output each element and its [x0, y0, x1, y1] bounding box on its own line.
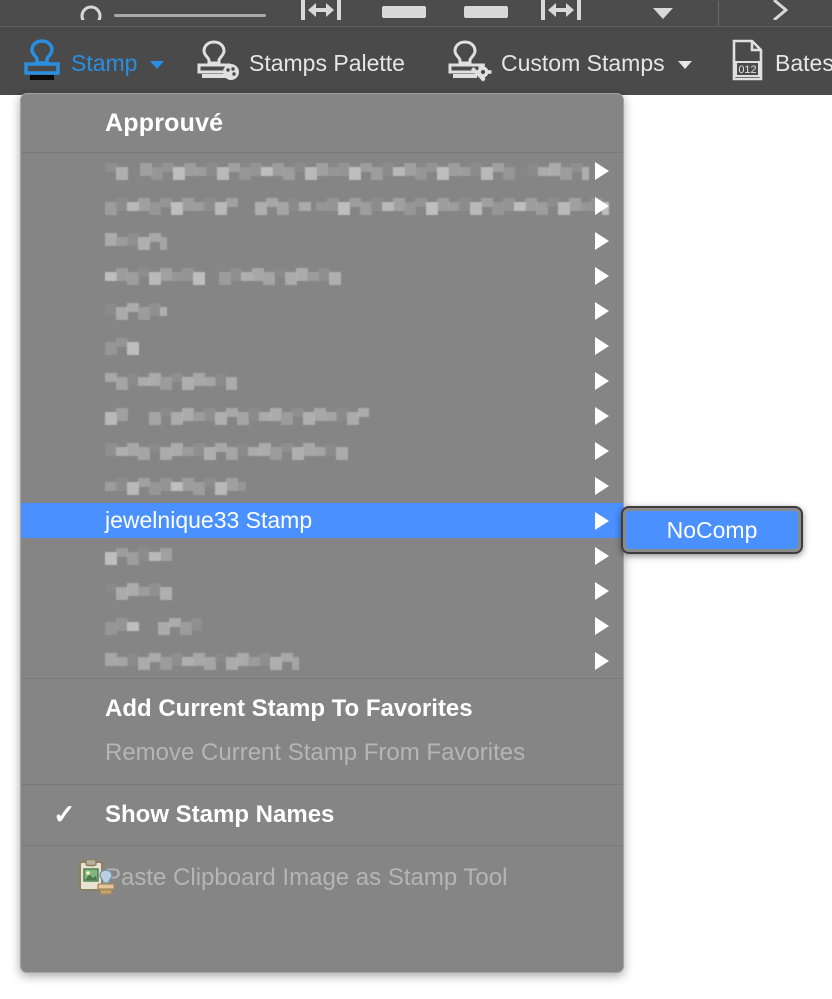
submenu-arrow-icon [595, 371, 609, 390]
redacted-stamp-label [105, 543, 175, 569]
checkmark-icon: ✓ [53, 799, 76, 830]
redacted-stamp-label [105, 473, 246, 499]
redacted-stamp-label [105, 438, 351, 464]
submenu-arrow-icon [595, 581, 609, 600]
stamp-chevron-down-icon[interactable] [150, 61, 165, 69]
remove-from-favorites-label: Remove Current Stamp From Favorites [105, 739, 526, 766]
bates-numbering-label: Bates [775, 49, 832, 76]
redacted-stamp-label [105, 298, 167, 324]
menu-header-title: Approuvé [105, 108, 224, 137]
stamps-palette-button[interactable]: Stamps Palette [196, 39, 405, 87]
add-current-stamp-to-favorites-item[interactable]: Add Current Stamp To Favorites [21, 687, 623, 731]
paste-clipboard-stamp-icon [77, 858, 119, 897]
stamp-dropdown-menu: Approuvé jewelnique33 Stamp Add Current … [20, 93, 624, 973]
view-mode-chevron-down-icon[interactable] [653, 8, 673, 20]
menu-separator [21, 784, 623, 785]
app-screenshot: Stamp Stamps Palette Custom Stamps 012 B… [0, 0, 832, 999]
fit-width-icon[interactable] [300, 0, 342, 20]
paste-clipboard-label: Paste Clipboard Image as Stamp Tool [105, 864, 508, 891]
toolbar-divider [718, 1, 719, 25]
stamp-menu-item[interactable] [21, 328, 623, 363]
stamps-palette-icon [196, 38, 240, 88]
redacted-stamp-label [105, 263, 343, 289]
stamp-menu-item[interactable] [21, 153, 623, 188]
stamp-list: jewelnique33 Stamp [21, 153, 623, 678]
redacted-stamp-label [105, 648, 299, 674]
upper-toolbar-row [0, 0, 832, 27]
stamp-menu-item[interactable] [21, 363, 623, 398]
redacted-stamp-label [105, 613, 202, 639]
add-to-favorites-label: Add Current Stamp To Favorites [105, 695, 473, 722]
stamp-submenu-popup: NoComp [621, 506, 803, 554]
stamp-menu-item[interactable] [21, 258, 623, 293]
zoom-slider[interactable] [114, 14, 266, 17]
submenu-arrow-icon [595, 406, 609, 425]
redacted-stamp-label [105, 368, 237, 394]
stamp-menu-item[interactable] [21, 573, 623, 608]
stamp-menu-item[interactable] [21, 223, 623, 258]
stamp-menu-item-label: jewelnique33 Stamp [105, 507, 313, 533]
redacted-stamp-label [105, 228, 167, 254]
submenu-arrow-icon [595, 161, 609, 180]
stamp-toolbar: Stamp Stamps Palette Custom Stamps 012 B… [0, 27, 832, 95]
fit-visible-icon[interactable] [464, 4, 508, 20]
submenu-arrow-icon [595, 441, 609, 460]
redacted-stamp-label [105, 403, 369, 429]
paste-clipboard-image-as-stamp-tool-item: Paste Clipboard Image as Stamp Tool [21, 856, 623, 900]
stamp-menu-item[interactable] [21, 188, 623, 223]
submenu-item-nocomp[interactable]: NoComp [626, 511, 798, 549]
stamp-menu-item[interactable] [21, 468, 623, 503]
custom-stamps-icon [448, 38, 492, 88]
fit-height-icon[interactable] [540, 0, 582, 20]
redacted-stamp-label [105, 578, 175, 604]
stamp-tool-button[interactable]: Stamp [22, 38, 165, 88]
bates-document-icon: 012 [730, 38, 766, 88]
next-page-icon[interactable] [772, 0, 788, 20]
submenu-arrow-icon [595, 476, 609, 495]
stamp-menu-item[interactable] [21, 538, 623, 573]
stamp-menu-item[interactable] [21, 398, 623, 433]
svg-text:012: 012 [738, 64, 756, 76]
submenu-arrow-icon [595, 511, 609, 530]
redacted-stamp-label [105, 158, 589, 184]
submenu-arrow-icon [595, 266, 609, 285]
redacted-stamp-label [105, 193, 609, 219]
show-stamp-names-item[interactable]: ✓ Show Stamp Names [21, 793, 623, 837]
rotate-tool-icon[interactable] [78, 2, 104, 20]
bates-numbering-button[interactable]: 012 Bates [730, 39, 832, 87]
submenu-arrow-icon [595, 231, 609, 250]
submenu-arrow-icon [595, 616, 609, 635]
custom-stamps-chevron-down-icon[interactable] [677, 61, 692, 69]
submenu-item-label: NoComp [666, 516, 758, 543]
custom-stamps-button[interactable]: Custom Stamps [448, 39, 692, 87]
stamp-menu-item[interactable] [21, 433, 623, 468]
submenu-arrow-icon [595, 546, 609, 565]
submenu-arrow-icon [595, 651, 609, 670]
stamps-palette-label: Stamps Palette [249, 49, 405, 76]
stamp-menu-item[interactable] [21, 293, 623, 328]
custom-stamps-label: Custom Stamps [501, 49, 665, 76]
stamp-tool-label: Stamp [71, 49, 138, 76]
show-stamp-names-label: Show Stamp Names [105, 801, 335, 828]
submenu-arrow-icon [595, 196, 609, 215]
remove-current-stamp-from-favorites-item: Remove Current Stamp From Favorites [21, 731, 623, 775]
stamp-menu-item[interactable] [21, 643, 623, 678]
menu-separator [21, 845, 623, 846]
stamp-icon [22, 38, 62, 88]
stamp-menu-item[interactable] [21, 608, 623, 643]
submenu-arrow-icon [595, 301, 609, 320]
redacted-stamp-label [105, 333, 149, 359]
submenu-arrow-icon [595, 336, 609, 355]
menu-separator [21, 678, 623, 679]
stamp-menu-item-selected[interactable]: jewelnique33 Stamp [21, 503, 623, 538]
fit-page-icon[interactable] [382, 4, 426, 20]
